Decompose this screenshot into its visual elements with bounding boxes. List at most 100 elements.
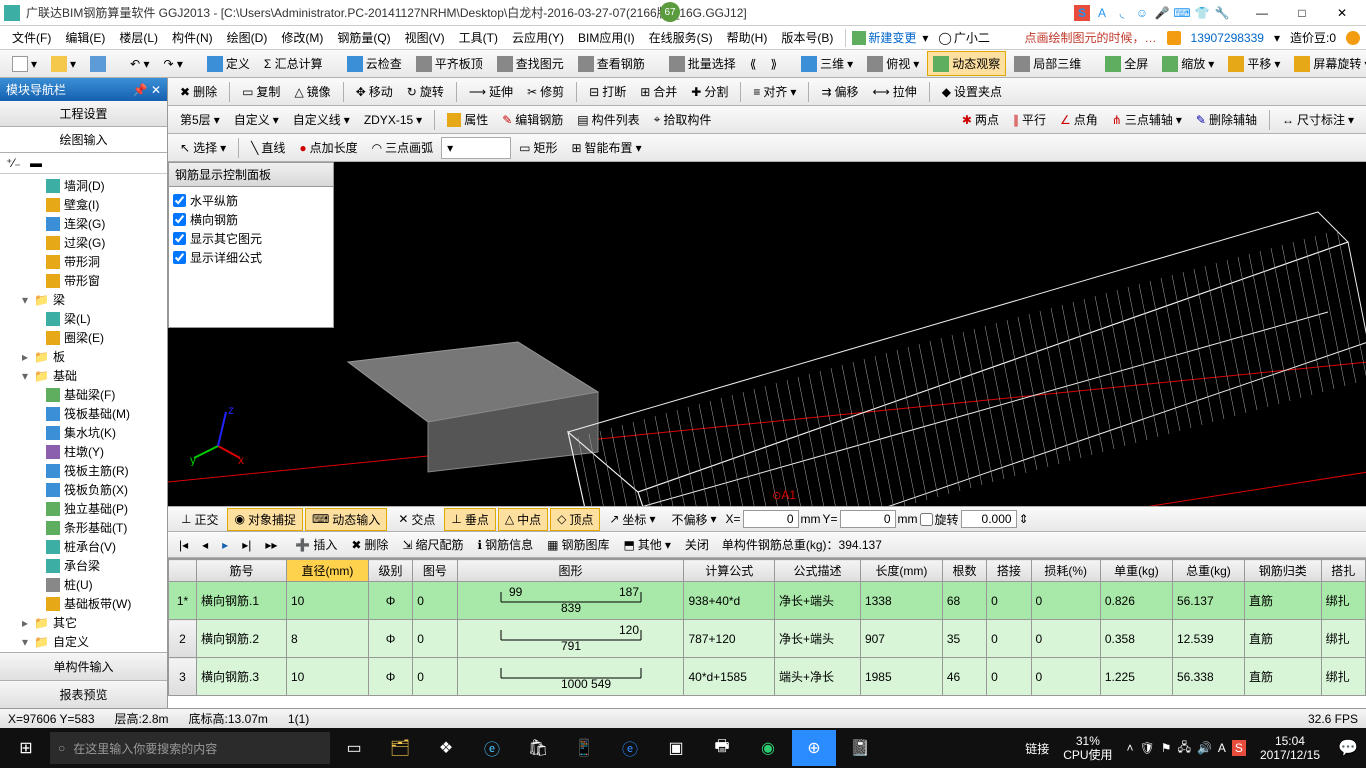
minimize-button[interactable]: — xyxy=(1242,1,1282,25)
single-component-button[interactable]: 单构件输入 xyxy=(0,652,167,680)
merge-button[interactable]: ⊞ 合并 xyxy=(634,79,683,104)
rebar-nav-next[interactable]: ▸ xyxy=(217,536,233,554)
tree-item[interactable]: ▾📁自定义 xyxy=(0,632,167,651)
menu-rebar-qty[interactable]: 钢筋量(Q) xyxy=(331,26,396,49)
keyboard-icon[interactable]: ⌨ xyxy=(1174,5,1190,21)
table-row[interactable]: 3横向钢筋.310Φ01000 54940*d+1585端头+净长1985460… xyxy=(169,658,1366,696)
view-rebar-button[interactable]: 查看钢筋 xyxy=(572,51,651,76)
start-button[interactable]: ⊞ xyxy=(4,730,48,766)
rebar-nav-first[interactable]: |◂ xyxy=(174,536,193,554)
tree-item[interactable]: 带形洞 xyxy=(0,252,167,271)
rebar-insert-button[interactable]: ➕ 插入 xyxy=(290,534,342,555)
tree-item[interactable]: 过梁(G) xyxy=(0,233,167,252)
custom-dropdown[interactable]: 自定义 ▾ xyxy=(228,107,285,132)
phone-link[interactable]: 13907298339 xyxy=(1191,31,1264,45)
tree-item[interactable]: 筏板基础(M) xyxy=(0,404,167,423)
line-button[interactable]: ╲ 直线 xyxy=(245,135,291,160)
align-button[interactable]: ≡ 对齐▾ xyxy=(747,79,802,104)
report-preview-button[interactable]: 报表预览 xyxy=(0,680,167,708)
tree-item[interactable]: 墙洞(D) xyxy=(0,176,167,195)
table-row[interactable]: 1*横向钢筋.110Φ099839187938+40*d净长+端头1338680… xyxy=(169,582,1366,620)
component-list-button[interactable]: ▤ 构件列表 xyxy=(571,107,645,132)
zoom-button[interactable]: 缩放▾ xyxy=(1156,51,1220,76)
rect-button[interactable]: ▭ 矩形 xyxy=(513,135,563,160)
fullscreen-button[interactable]: 全屏 xyxy=(1099,51,1154,76)
top-view-button[interactable]: 俯视▾ xyxy=(861,51,925,76)
rotate-checkbox[interactable] xyxy=(920,513,933,526)
select-button[interactable]: ↖ 选择 ▾ xyxy=(174,135,232,160)
voice-icon[interactable]: ◟ xyxy=(1114,5,1130,21)
rebar-table-wrap[interactable]: 筋号直径(mm)级别图号图形计算公式公式描述长度(mm)根数搭接损耗(%)单重(… xyxy=(168,558,1366,708)
tree-item[interactable]: ▾📁梁 xyxy=(0,290,167,309)
mid-toggle[interactable]: △ 中点 xyxy=(498,508,548,531)
ortho-toggle[interactable]: ⊥ 正交 xyxy=(174,508,225,531)
shirt-icon[interactable]: 👕 xyxy=(1194,5,1210,21)
rotate-input[interactable] xyxy=(961,510,1017,528)
flat-top-button[interactable]: 平齐板顶 xyxy=(410,51,489,76)
break-button[interactable]: ⊟ 打断 xyxy=(583,79,632,104)
store-icon[interactable]: 🛍 xyxy=(516,730,560,766)
arc3-dropdown[interactable]: ▾ xyxy=(441,137,511,159)
rebar-other-button[interactable]: ⬒ 其他 ▾ xyxy=(618,534,675,555)
mic-icon[interactable]: 🎤 xyxy=(1154,5,1170,21)
edge-icon[interactable]: ⓔ xyxy=(608,730,652,766)
rebar-scale-button[interactable]: ⇲ 缩尺配筋 xyxy=(397,534,468,555)
x-input[interactable] xyxy=(743,510,799,528)
collapse-icon[interactable]: ▬ xyxy=(30,156,42,170)
table-row[interactable]: 2横向钢筋.28Φ0791120787+120净长+端头90735000.358… xyxy=(169,620,1366,658)
cross-toggle[interactable]: ✕ 交点 xyxy=(391,508,442,531)
menu-version[interactable]: 版本号(B) xyxy=(775,26,839,49)
split-button[interactable]: ✚ 分割 xyxy=(685,79,734,104)
cloud-check-button[interactable]: 云检查 xyxy=(341,51,408,76)
tray-ime-icon[interactable]: S xyxy=(1232,740,1246,756)
menu-tools[interactable]: 工具(T) xyxy=(453,26,504,49)
tray-net-icon[interactable]: 🖧 xyxy=(1178,738,1191,759)
menu-floor[interactable]: 楼层(L) xyxy=(113,26,164,49)
floor-dropdown[interactable]: 第5层 ▾ xyxy=(174,107,226,132)
pin-icon[interactable]: 📌 xyxy=(133,83,148,97)
pan-button[interactable]: 平移▾ xyxy=(1222,51,1286,76)
new-button[interactable]: ▾ xyxy=(6,52,43,76)
3d-button[interactable]: 三维▾ xyxy=(795,51,859,76)
sidebar-tab-project[interactable]: 工程设置 xyxy=(0,101,167,127)
link-tray-label[interactable]: 链接 xyxy=(1025,740,1049,757)
del-aux-button[interactable]: ✎ 删除辅轴 xyxy=(1190,107,1263,132)
tree-item[interactable]: 基础板带(W) xyxy=(0,594,167,613)
task-view-button[interactable]: ▭ xyxy=(332,730,376,766)
screen-rotate-button[interactable]: 屏幕旋转▾ xyxy=(1288,51,1366,76)
tree-item[interactable]: 桩承台(V) xyxy=(0,537,167,556)
peak-toggle[interactable]: ◇ 顶点 xyxy=(550,508,600,531)
explorer-icon[interactable]: 🗂 xyxy=(378,730,422,766)
prev-ent-button[interactable]: ⟪ xyxy=(744,53,763,75)
tree-item[interactable]: 条形基础(T) xyxy=(0,518,167,537)
user-avatar-icon[interactable]: ◯ xyxy=(938,31,951,45)
rebar-table[interactable]: 筋号直径(mm)级别图号图形计算公式公式描述长度(mm)根数搭接损耗(%)单重(… xyxy=(168,559,1366,696)
menu-file[interactable]: 文件(F) xyxy=(6,26,57,49)
menu-component[interactable]: 构件(N) xyxy=(166,26,219,49)
coord-mode[interactable]: ↗ 坐标 ▾ xyxy=(602,508,662,531)
define-button[interactable]: 定义 xyxy=(201,51,256,76)
new-change-link[interactable]: 新建变更 xyxy=(868,29,916,46)
tree-item[interactable]: 圈梁(E) xyxy=(0,328,167,347)
menu-online[interactable]: 在线服务(S) xyxy=(643,26,719,49)
menu-bim[interactable]: BIM应用(I) xyxy=(572,26,641,49)
mirror-button[interactable]: △ 镜像 xyxy=(288,79,336,104)
tree-item[interactable]: ▾📁基础 xyxy=(0,366,167,385)
menu-cloud[interactable]: 云应用(Y) xyxy=(506,26,570,49)
viewport-3d[interactable]: 钢筋显示控制面板 水平纵筋 横向钢筋 显示其它图元 显示详细公式 xyxy=(168,162,1366,506)
ie-icon[interactable]: ⓔ xyxy=(470,730,514,766)
emoji-icon[interactable]: ☺ xyxy=(1134,5,1150,21)
rebar-info-button[interactable]: ℹ 钢筋信息 xyxy=(473,534,539,555)
rebar-nav-prev[interactable]: ◂ xyxy=(197,536,213,554)
tree[interactable]: 墙洞(D)壁龛(I)连梁(G)过梁(G)带形洞带形窗▾📁梁梁(L)圈梁(E)▸📁… xyxy=(0,174,167,652)
trim-button[interactable]: ✂ 修剪 xyxy=(521,79,570,104)
y-input[interactable] xyxy=(840,510,896,528)
dynamic-orbit-button[interactable]: 动态观察 xyxy=(927,51,1006,76)
rebar-nav-last[interactable]: ▸| xyxy=(237,536,256,554)
osnap-toggle[interactable]: ◉ 对象捕捉 xyxy=(227,508,303,531)
tray-flag-icon[interactable]: ⚑ xyxy=(1161,741,1172,755)
three-aux-button[interactable]: ⋔ 三点辅轴 ▾ xyxy=(1106,107,1188,132)
menu-draw[interactable]: 绘图(D) xyxy=(221,26,274,49)
ime-s-icon[interactable]: S xyxy=(1074,5,1090,21)
point-length-button[interactable]: ● 点加长度 xyxy=(293,135,363,160)
